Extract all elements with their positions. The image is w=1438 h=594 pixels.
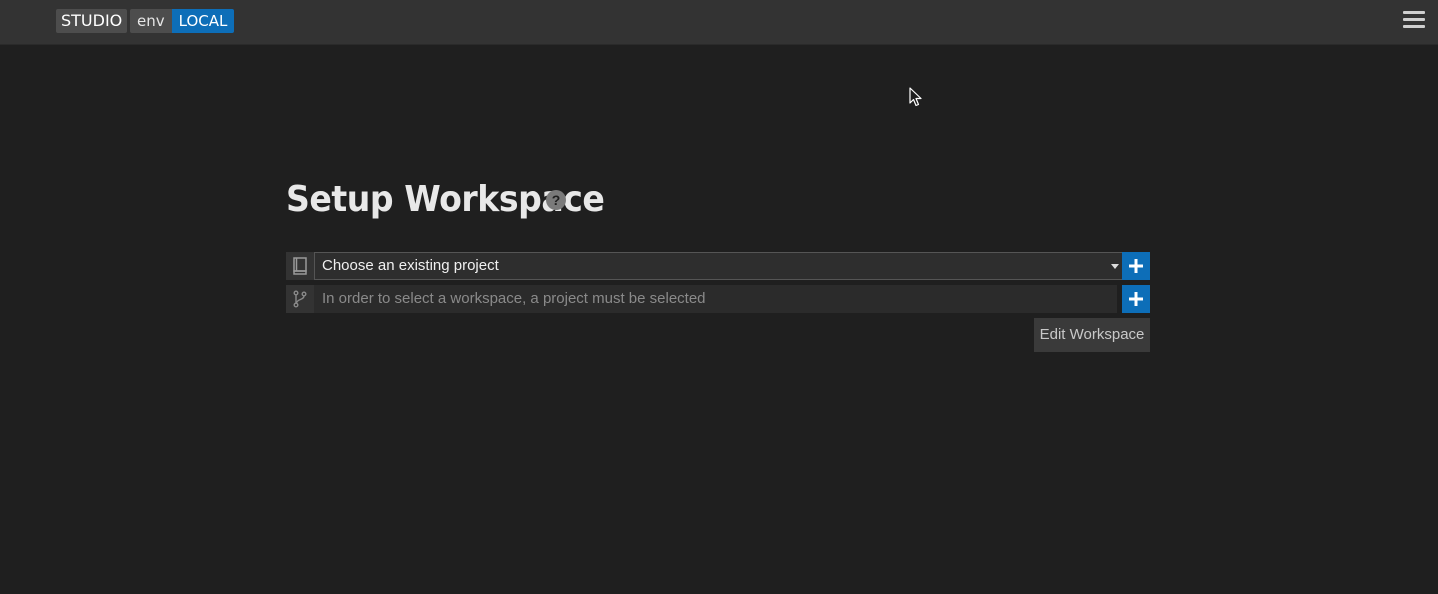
environment-badge: env LOCAL: [130, 9, 235, 33]
question-circle-icon[interactable]: ?: [546, 190, 566, 210]
project-select-value: Choose an existing project: [322, 257, 499, 274]
hamburger-menu-icon[interactable]: [1403, 11, 1425, 31]
workspace-row: In order to select a workspace, a projec…: [286, 285, 1150, 313]
top-bar: STUDIO env LOCAL: [0, 0, 1438, 45]
env-value: LOCAL: [171, 9, 235, 33]
title-area: Setup Workspace: [286, 174, 632, 224]
workspace-input[interactable]: In order to select a workspace, a projec…: [314, 285, 1117, 313]
edit-workspace-button[interactable]: Edit Workspace: [1034, 318, 1150, 352]
book-icon: [286, 252, 314, 280]
env-label: env: [130, 9, 172, 33]
git-branch-icon: [286, 285, 314, 313]
add-project-button[interactable]: [1122, 252, 1150, 280]
studio-brand[interactable]: STUDIO: [56, 9, 128, 33]
project-row: Choose an existing project: [286, 252, 1150, 280]
chevron-down-icon: [1111, 264, 1119, 269]
mouse-cursor-icon: [909, 87, 922, 107]
plus-icon: [1129, 292, 1143, 306]
project-select[interactable]: Choose an existing project: [314, 252, 1124, 280]
add-workspace-button[interactable]: [1122, 285, 1150, 313]
plus-icon: [1129, 259, 1143, 273]
